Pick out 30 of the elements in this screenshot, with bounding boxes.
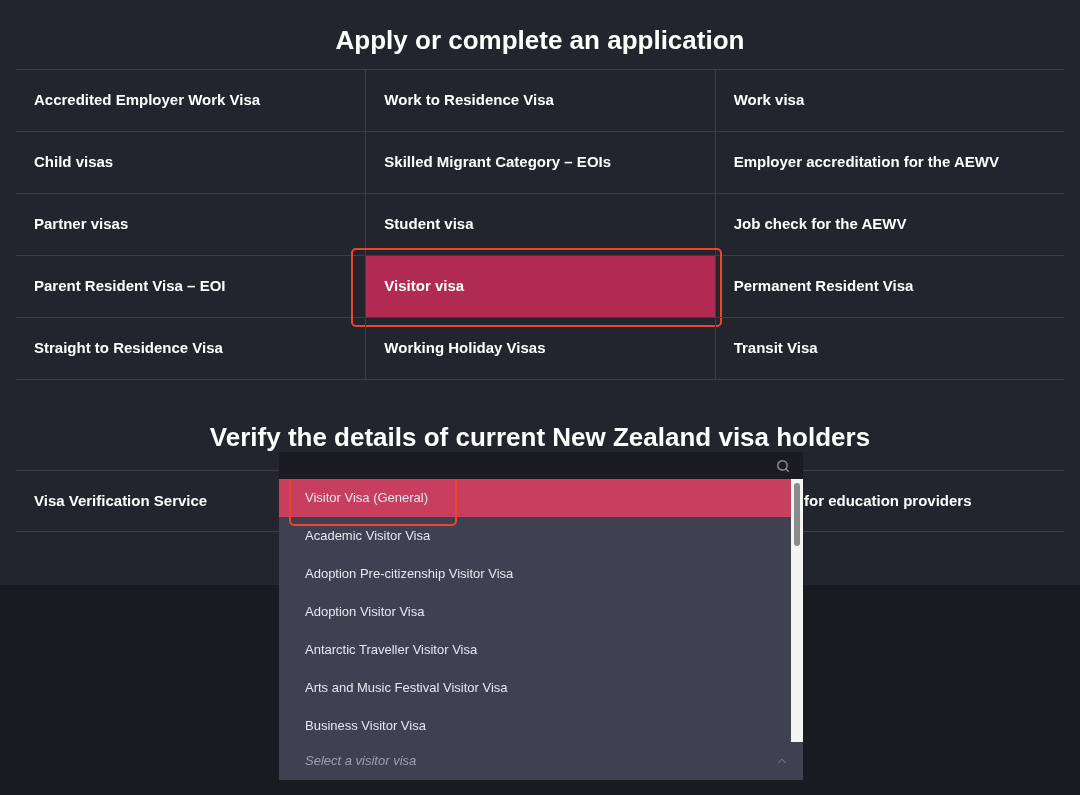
visa-link[interactable]: Work visa — [715, 70, 1064, 131]
dropdown-option[interactable]: Arts and Music Festival Visitor Visa — [279, 669, 791, 707]
visa-link[interactable]: Transit Visa — [715, 318, 1064, 379]
visa-link[interactable]: Visitor visa — [366, 256, 715, 317]
visa-link[interactable]: Accredited Employer Work Visa — [16, 70, 366, 131]
dropdown-option[interactable]: Adoption Pre-citizenship Visitor Visa — [279, 555, 791, 593]
visa-link[interactable]: Employer accreditation for the AEWV — [715, 132, 1064, 193]
section-heading: Verify the details of current New Zealand visa holders — [208, 424, 872, 451]
dropdown-option[interactable]: Visitor Visa (General) — [279, 479, 791, 517]
visa-link[interactable]: Permanent Resident Visa — [715, 256, 1064, 317]
visa-link[interactable]: Work to Residence Visa — [366, 70, 715, 131]
search-field[interactable] — [279, 452, 803, 479]
dropdown-option[interactable]: Academic Visitor Visa — [279, 517, 791, 555]
visa-link[interactable]: Visa Verification Service — [16, 471, 279, 531]
search-icon — [776, 458, 790, 473]
visa-link[interactable]: Job check for the AEWV — [715, 194, 1064, 255]
visa-link[interactable]: Child visas — [16, 132, 366, 193]
visa-link[interactable]: Working Holiday Visas — [366, 318, 715, 379]
visa-link[interactable]: Student visa — [366, 194, 715, 255]
visa-link[interactable]: Skilled Migrant Category – EOIs — [366, 132, 715, 193]
visa-select[interactable]: Select a visitor visa — [305, 751, 767, 771]
dropdown-option[interactable]: Business Visitor Visa — [279, 707, 791, 742]
dropdown-option[interactable]: Antarctic Traveller Visitor Visa — [279, 631, 791, 669]
section-heading: Apply or complete an application — [334, 24, 746, 56]
visa-link[interactable]: Partner visas — [16, 194, 366, 255]
visa-link[interactable]: for education providers — [802, 471, 1064, 531]
scrollbar-thumb[interactable] — [794, 483, 800, 546]
dropdown-option[interactable]: Adoption Visitor Visa — [279, 593, 791, 631]
visa-link[interactable]: Parent Resident Visa – EOI — [16, 256, 366, 317]
visa-link[interactable]: Straight to Residence Visa — [16, 318, 366, 379]
